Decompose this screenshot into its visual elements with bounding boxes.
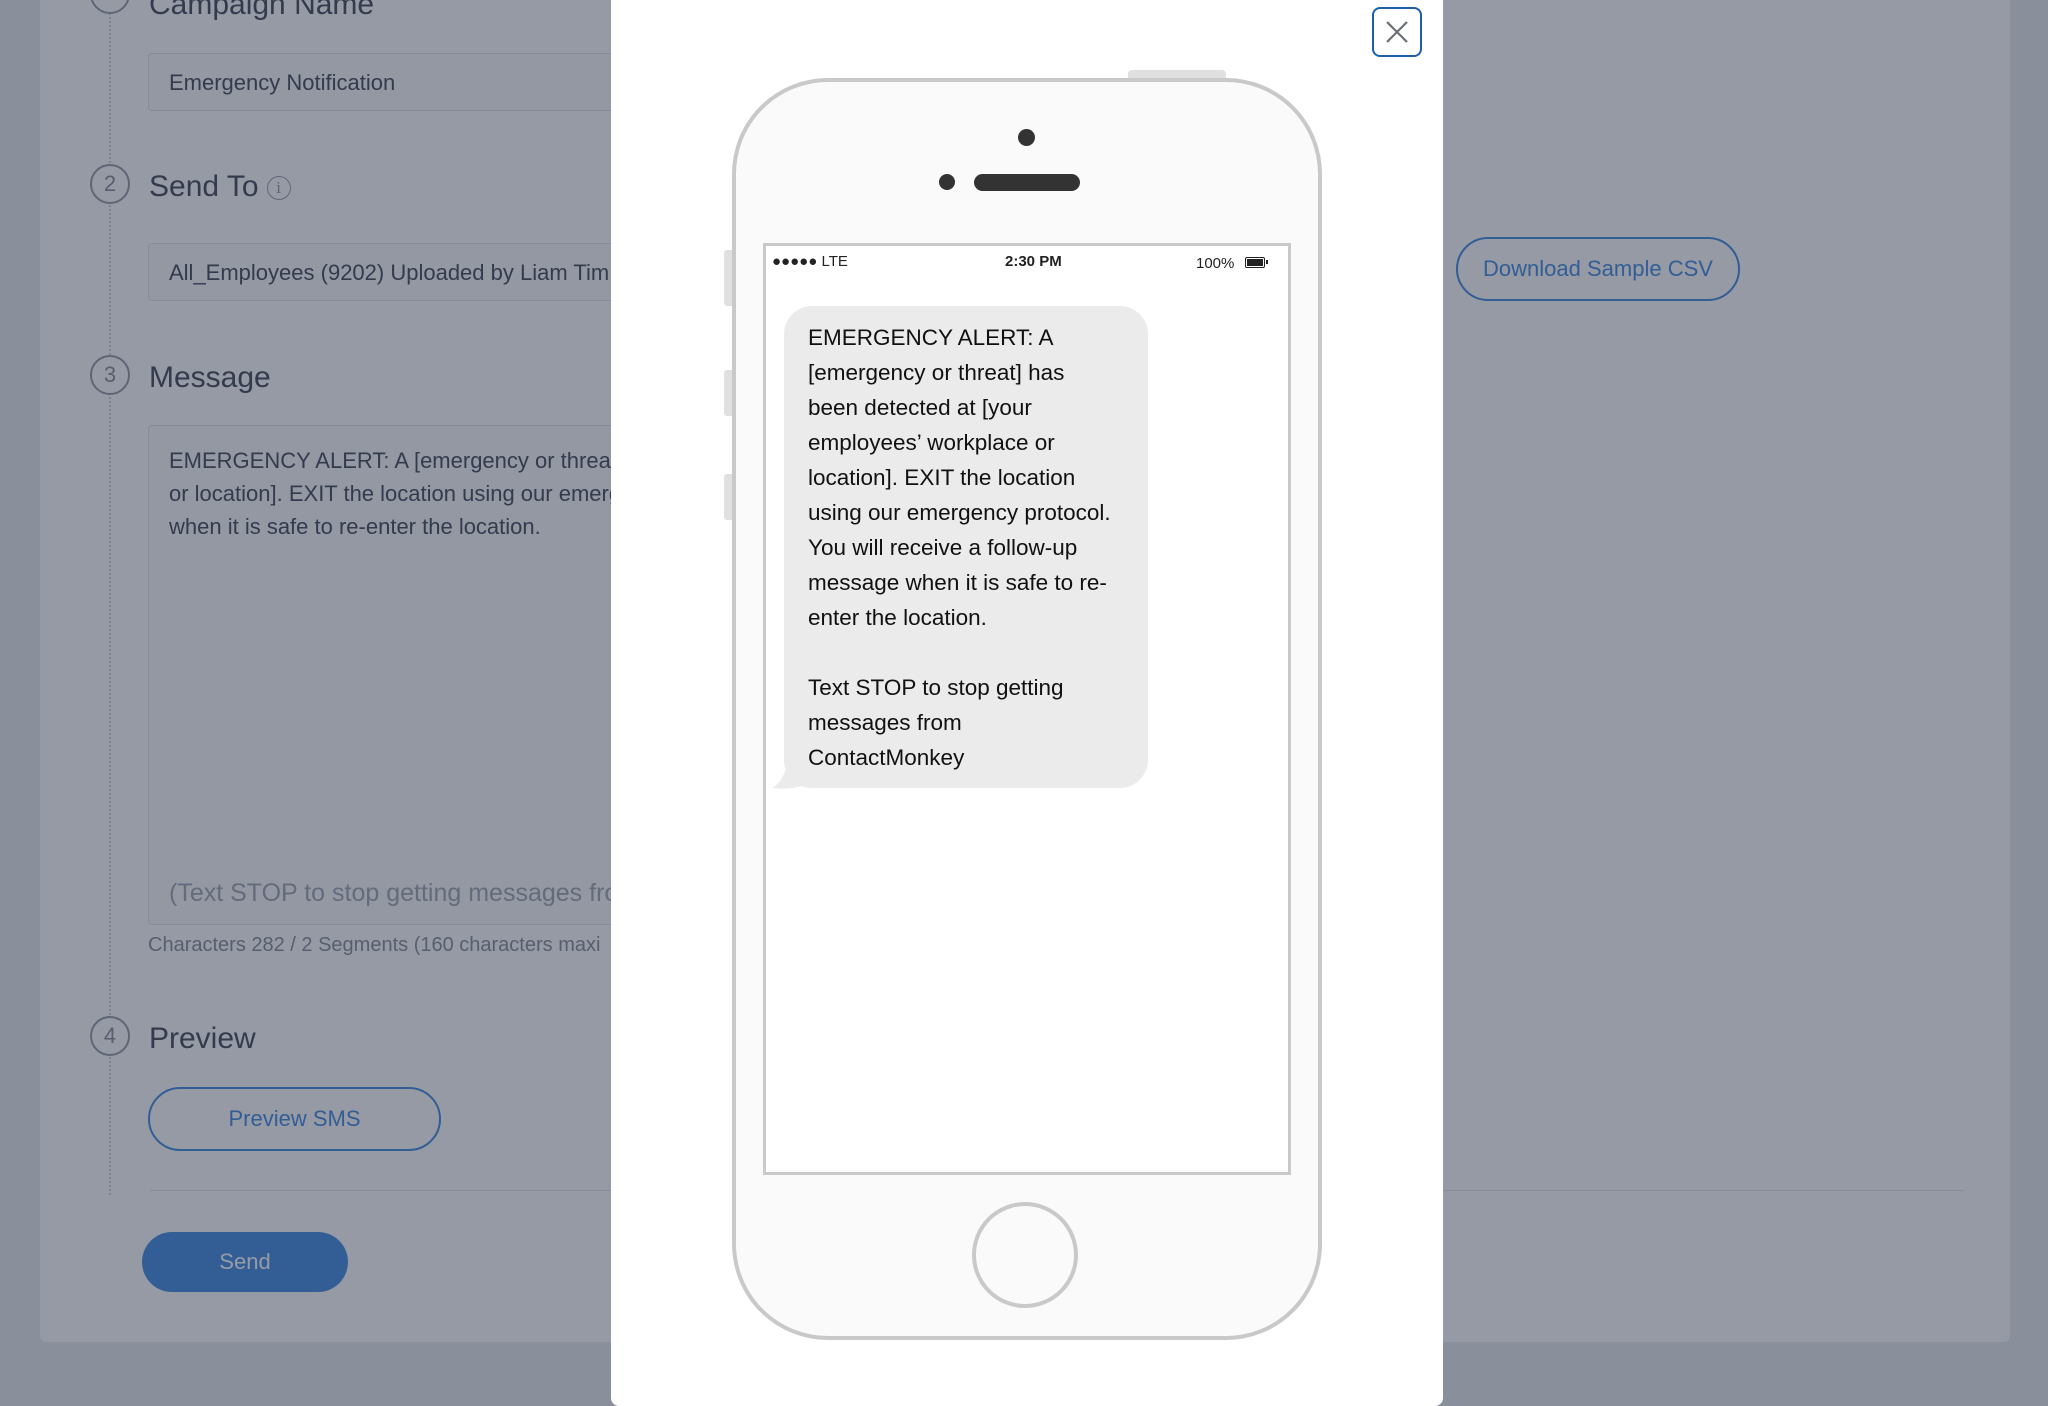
- sms-paragraph-1: EMERGENCY ALERT: A [emergency or threat]…: [808, 325, 1111, 630]
- phone-camera: [1018, 129, 1035, 146]
- phone-home-button: [972, 1202, 1078, 1308]
- sms-bubble: EMERGENCY ALERT: A [emergency or threat]…: [784, 306, 1148, 788]
- phone-sensor: [939, 174, 955, 190]
- close-icon: [1386, 21, 1408, 43]
- status-carrier: ●●●●● LTE: [772, 253, 848, 270]
- close-button[interactable]: [1372, 7, 1422, 57]
- sms-paragraph-2: Text STOP to stop getting messages from …: [808, 675, 1064, 770]
- status-time: 2:30 PM: [1005, 253, 1062, 270]
- phone-volume-down: [724, 474, 732, 520]
- battery-icon: [1245, 257, 1268, 268]
- phone-mute-switch: [724, 250, 732, 306]
- status-battery-percent: 100%: [1196, 255, 1235, 272]
- phone-volume-up: [724, 370, 732, 416]
- phone-speaker: [974, 174, 1080, 191]
